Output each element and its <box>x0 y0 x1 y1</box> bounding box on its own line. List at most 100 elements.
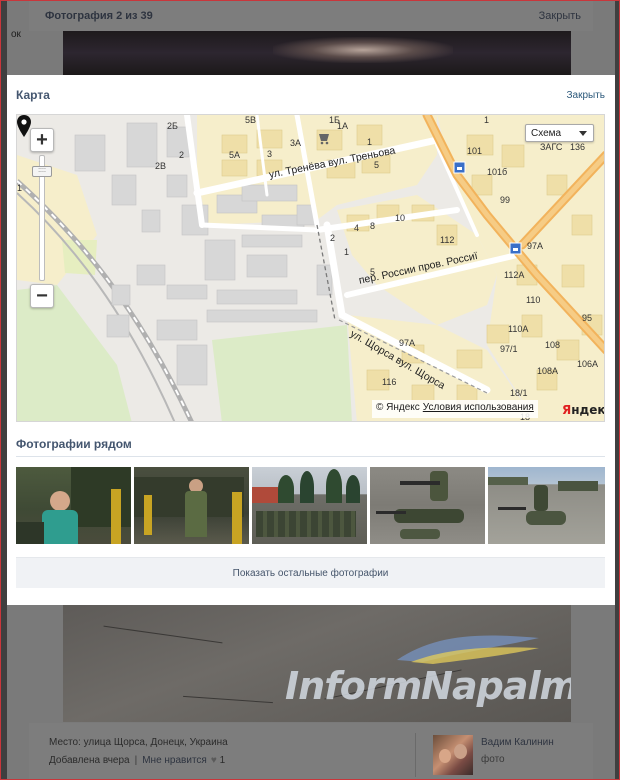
house-136-label: 136 <box>570 142 586 152</box>
house-2-label: 2 <box>179 150 185 160</box>
section-divider <box>16 456 605 457</box>
house-97a-label: 97А <box>527 241 544 251</box>
house-101b-label: 101б <box>487 167 508 177</box>
zoom-in-button[interactable]: + <box>30 128 54 152</box>
photo-glare <box>273 37 453 63</box>
map-type-value: Схема <box>531 128 562 139</box>
photo-viewer-close-link[interactable]: Закрыть <box>539 10 581 22</box>
thumb-detail <box>111 489 121 544</box>
nearby-photos-title: Фотографии рядом <box>16 437 132 451</box>
house-5v-label: 5В <box>245 115 257 125</box>
nearby-photos-strip <box>16 467 605 544</box>
photo-added-row: Добавлена вчера | Мне нравится ♥ 1 <box>49 755 225 766</box>
house-116-label: 116 <box>382 377 397 387</box>
watermark-flag-swoosh-icon <box>397 635 539 664</box>
house-3-label: 3 <box>267 149 273 159</box>
thumb-detail <box>71 467 131 527</box>
house-5a-label: 5А <box>229 150 241 160</box>
like-count: 1 <box>219 755 226 766</box>
photo-top-part[interactable] <box>63 31 571 75</box>
modal-close-link[interactable]: Закрыть <box>566 90 605 101</box>
house-4-label: 4 <box>354 223 360 233</box>
map-modal: Карта Закрыть 2Б 5В 1Б 5А 2 2В 3 3А 1А 1… <box>7 75 615 605</box>
house-97-1-label: 97/1 <box>500 344 518 354</box>
photo-counter-title: Фотография 2 из 39 <box>45 10 153 22</box>
thumb-detail <box>534 485 548 511</box>
house-18-1-label: 18/1 <box>510 388 528 398</box>
nearby-photo-thumb[interactable] <box>370 467 485 544</box>
thumb-detail <box>400 481 440 485</box>
house-2b-label: 2Б <box>167 121 178 131</box>
thumb-detail <box>300 471 314 503</box>
watermark-text: InformNapalm <box>285 664 571 708</box>
thumb-detail <box>326 469 342 503</box>
photo-detail <box>183 695 273 704</box>
thumb-detail <box>498 507 526 510</box>
nearby-photo-thumb[interactable] <box>488 467 605 544</box>
nearby-photo-thumb[interactable] <box>16 467 131 544</box>
zoom-slider-handle[interactable]: :::: <box>32 166 52 177</box>
thumb-detail <box>526 511 566 525</box>
thumb-detail <box>16 522 44 544</box>
house-8-label: 8 <box>370 221 376 231</box>
house-97a-shchorsa-label: 97А <box>399 338 416 348</box>
house-1-treneva-label: 1 <box>17 183 23 193</box>
heart-icon[interactable]: ♥ <box>211 755 217 766</box>
house-1-label: 1 <box>367 137 373 147</box>
house-110-label: 110 <box>526 295 541 305</box>
photo-place[interactable]: Место: улица Щорса, Донецк, Украина <box>49 737 228 748</box>
photo-info-footer: Место: улица Щорса, Донецк, Украина Доба… <box>29 723 593 779</box>
location-pin-icon[interactable] <box>17 115 31 137</box>
copyright-text: © Яндекс <box>376 402 420 413</box>
yandex-logo-first-letter: Я <box>562 403 572 417</box>
map-view[interactable]: 2Б 5В 1Б 5А 2 2В 3 3А 1А 1 5 1 2 4 8 10 … <box>16 114 605 422</box>
house-112-label: 112 <box>440 235 455 245</box>
thumb-detail <box>232 492 242 544</box>
like-button[interactable]: Мне нравится <box>142 755 207 766</box>
avatar-face <box>439 749 451 763</box>
house-99-label: 99 <box>500 195 511 205</box>
house-3a-label: 3А <box>290 138 302 148</box>
thumb-detail <box>430 471 448 501</box>
photo-added-date: Добавлена вчера <box>49 755 130 766</box>
thumb-detail <box>252 487 278 503</box>
house-2-east-label: 2 <box>330 233 336 243</box>
house-5-label: 5 <box>374 160 380 170</box>
map-type-select[interactable]: Схема <box>525 124 594 142</box>
photo-viewer-header: Фотография 2 из 39 Закрыть <box>29 1 593 31</box>
house-1-rossii-label: 1 <box>344 247 350 257</box>
modal-title: Карта <box>16 88 50 102</box>
thumb-detail <box>488 477 528 485</box>
thumb-detail <box>400 529 440 539</box>
thumb-detail <box>346 475 360 503</box>
separator: | <box>134 755 138 766</box>
house-10-label: 10 <box>395 213 406 223</box>
terms-of-use-link[interactable]: Условия использования <box>423 402 534 413</box>
show-more-photos-button[interactable]: Показать остальные фотографии <box>16 557 605 588</box>
thumb-detail <box>50 491 70 511</box>
zoom-out-button[interactable]: − <box>30 284 54 308</box>
thumb-detail <box>256 511 356 537</box>
house-112a-label: 112А <box>504 270 525 280</box>
yandex-logo-rest: ндекс <box>571 403 605 417</box>
left-edge-text: ок <box>11 29 21 40</box>
house-106a-label: 106А <box>577 359 599 369</box>
house-110a-label: 110А <box>508 324 529 334</box>
author-avatar[interactable] <box>433 735 473 775</box>
nearby-photo-thumb[interactable] <box>134 467 249 544</box>
nearby-photo-thumb[interactable] <box>252 467 367 544</box>
thumb-detail <box>558 481 598 491</box>
house-1a-label: 1А <box>337 121 349 131</box>
author-name-link[interactable]: Вадим Калинин <box>481 737 554 748</box>
map-copyright: © Яндекс Условия использования <box>372 400 538 418</box>
zags-label: ЗАГС <box>540 142 563 152</box>
thumb-detail <box>144 495 152 535</box>
thumb-detail <box>42 510 78 544</box>
photo-bottom-part[interactable]: InformNapalm <box>63 604 571 722</box>
photo-detail <box>103 625 223 644</box>
yandex-logo[interactable]: Яндекс <box>562 403 605 417</box>
house-101-label: 101 <box>467 146 483 156</box>
avatar-face <box>454 744 467 759</box>
house-95-label: 95 <box>582 313 593 323</box>
author-type: фото <box>481 754 505 765</box>
